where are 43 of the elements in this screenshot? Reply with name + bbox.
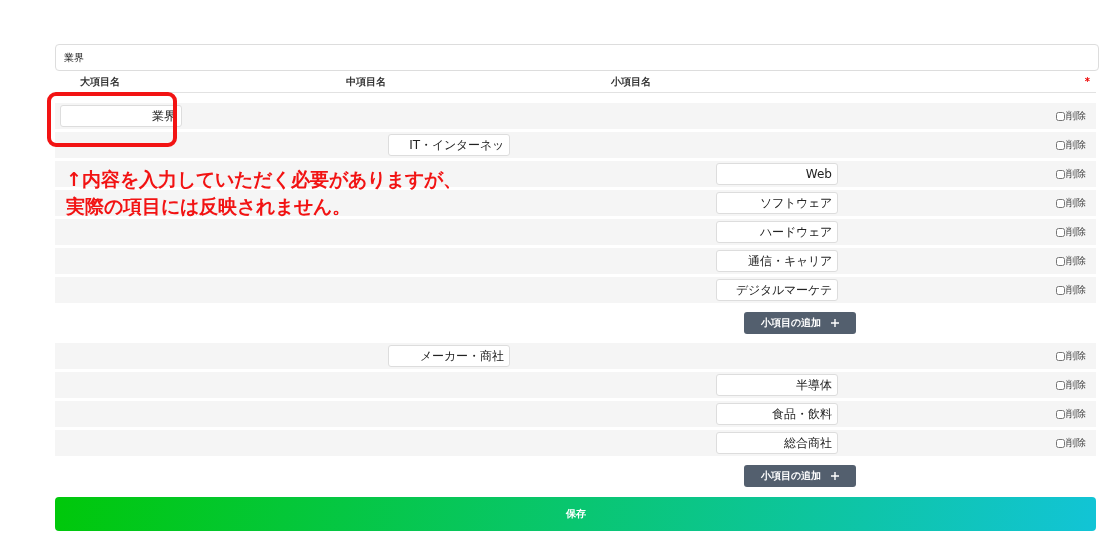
delete-checkbox[interactable]	[1056, 351, 1065, 361]
delete-checkbox[interactable]	[1056, 140, 1065, 150]
delete-label: 削除	[1066, 167, 1086, 181]
delete-label: 削除	[1066, 109, 1086, 123]
required-mark: *	[1084, 76, 1091, 87]
plus-icon	[831, 472, 839, 480]
delete-label: 削除	[1066, 254, 1086, 268]
item-name-field[interactable]: 食品・飲料	[716, 403, 838, 426]
delete-label: 削除	[1066, 283, 1086, 297]
annotation-text: ↑内容を入力していただく必要がありますが、	[66, 167, 462, 192]
delete-checkbox[interactable]	[1056, 438, 1065, 448]
item-name-field[interactable]: デジタルマーケテ	[716, 279, 838, 302]
annotation-text: 実際の項目には反映されません。	[66, 194, 352, 219]
delete-label: 削除	[1066, 436, 1086, 450]
item-name-field[interactable]: メーカー・商社	[388, 345, 510, 368]
delete-label: 削除	[1066, 407, 1086, 421]
delete-checkbox[interactable]	[1056, 111, 1065, 121]
plus-icon	[831, 319, 839, 327]
delete-checkbox[interactable]	[1056, 409, 1065, 419]
delete-checkbox[interactable]	[1056, 198, 1065, 208]
item-name-field[interactable]: ソフトウェア	[716, 192, 838, 215]
item-name-field[interactable]: ハードウェア	[716, 221, 838, 244]
column-header: 中項目名	[346, 74, 387, 89]
delete-checkbox[interactable]	[1056, 227, 1065, 237]
delete-label: 削除	[1066, 138, 1086, 152]
delete-label: 削除	[1066, 349, 1086, 363]
item-name-field[interactable]: 通信・キャリア	[716, 250, 838, 273]
delete-label: 削除	[1066, 196, 1086, 210]
delete-checkbox[interactable]	[1056, 169, 1065, 179]
column-header: 大項目名	[80, 74, 121, 89]
item-name-field[interactable]: 総合商社	[716, 432, 838, 455]
item-name-field[interactable]: Web	[716, 163, 838, 185]
delete-label: 削除	[1066, 378, 1086, 392]
add-item-button[interactable]: 小項目の追加	[744, 465, 856, 487]
item-name-field[interactable]: 半導体	[716, 374, 838, 397]
delete-label: 削除	[1066, 225, 1086, 239]
item-name-field[interactable]: IT・インターネッ	[388, 134, 510, 157]
delete-checkbox[interactable]	[1056, 285, 1065, 295]
add-item-button[interactable]: 小項目の追加	[744, 312, 856, 334]
column-header: 小項目名	[611, 74, 652, 89]
delete-checkbox[interactable]	[1056, 256, 1065, 266]
category-field[interactable]: 業界	[55, 44, 1099, 71]
delete-checkbox[interactable]	[1056, 380, 1065, 390]
